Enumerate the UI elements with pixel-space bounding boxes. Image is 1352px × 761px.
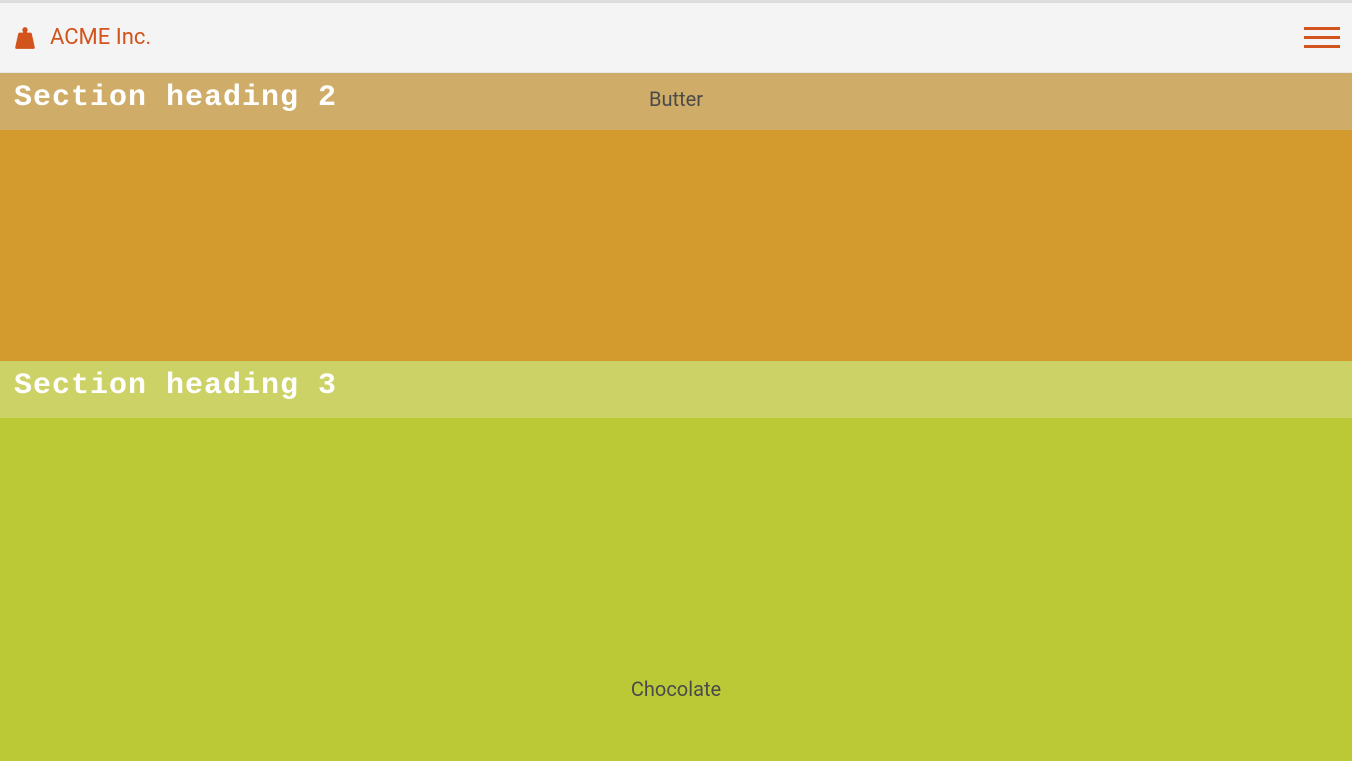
weight-icon <box>12 25 38 51</box>
brand-title: ACME Inc. <box>50 25 151 50</box>
section-3: Section heading 3 Chocolate <box>0 361 1352 761</box>
section-3-body: Chocolate <box>0 418 1352 761</box>
main-header: ACME Inc. <box>0 3 1352 73</box>
hamburger-menu-icon[interactable] <box>1302 23 1342 52</box>
chocolate-label: Chocolate <box>631 677 721 701</box>
section-2-heading-bar: Section heading 2 Butter <box>0 73 1352 130</box>
section-3-heading: Section heading 3 <box>0 361 1352 417</box>
section-3-heading-bar: Section heading 3 <box>0 361 1352 418</box>
section-2: Section heading 2 Butter <box>0 73 1352 361</box>
brand-block[interactable]: ACME Inc. <box>12 25 151 51</box>
butter-label: Butter <box>649 87 703 111</box>
section-2-body <box>0 130 1352 361</box>
